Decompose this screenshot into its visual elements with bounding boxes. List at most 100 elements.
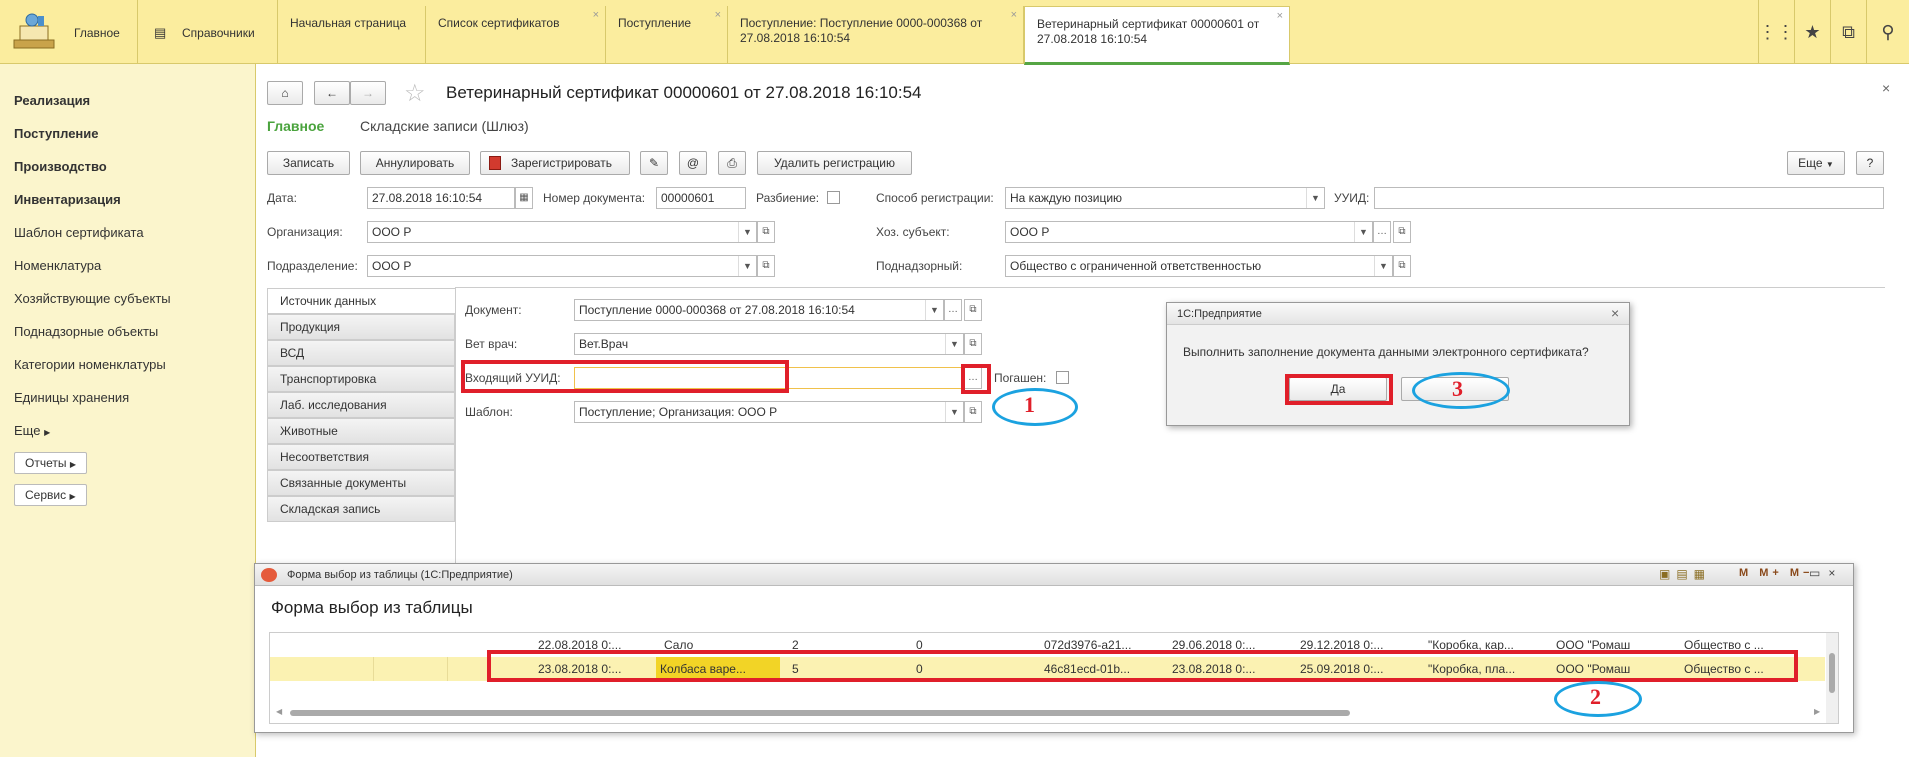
history-icon[interactable]: ⧉ [1830,0,1866,64]
marker-2: 2 [1590,684,1601,709]
template-select[interactable]: Поступление; Организация: ООО Р ▼ [574,401,964,423]
star-icon[interactable]: ★ [1794,0,1830,64]
hoz-value: ООО Р [1010,225,1050,239]
nav-main-link[interactable]: Главное [267,118,324,134]
chevron-down-icon[interactable]: ▼ [738,222,756,242]
close-icon[interactable]: × [1277,9,1283,24]
printer-icon: ⎙ [727,156,737,170]
vtab-animals[interactable]: Животные [267,418,455,444]
forward-button[interactable]: → [350,81,386,105]
scrollbar-thumb[interactable] [290,710,1350,716]
register-button[interactable]: Зарегистрировать [480,151,630,175]
vtab-nonconformities[interactable]: Несоответствия [267,444,455,470]
arrow-right-icon[interactable]: ▶ [1814,707,1820,716]
sign-button[interactable]: ✎ [640,151,668,175]
home-button[interactable]: ⌂ [267,81,303,105]
window-controls[interactable]: ▭× [1809,566,1843,580]
vtab-products[interactable]: Продукция [267,314,455,340]
service-button[interactable]: Сервис ▶ [14,484,87,506]
sidebar-item-storage-units[interactable]: Единицы хранения [0,381,255,414]
close-icon[interactable]: × [715,8,721,23]
vtab-stock-record[interactable]: Складская запись [267,496,455,522]
open-icon[interactable]: ⧉ [757,255,775,277]
calendar-button[interactable]: ▦ [515,187,533,209]
document-select[interactable]: Поступление 0000-000368 от 27.08.2018 16… [574,299,944,321]
vtab-data-source[interactable]: Источник данных [267,288,455,314]
tab-receipt-doc[interactable]: Поступление: Поступление 0000-000368 от … [728,6,1024,64]
grid-icon[interactable]: ⋮⋮ [1758,0,1795,64]
email-button[interactable]: @ [679,151,707,175]
select-ellipsis-button[interactable]: … [1373,221,1391,243]
chevron-down-icon[interactable]: ▼ [738,256,756,276]
home-icon [10,12,58,52]
favorite-star-icon[interactable]: ☆ [404,79,426,108]
supervised-select[interactable]: Общество с ограниченной ответственностью… [1005,255,1393,277]
reports-button[interactable]: Отчеты ▶ [14,452,87,474]
nav-store-link[interactable]: Складские записи (Шлюз) [360,118,529,134]
chevron-down-icon[interactable]: ▼ [1354,222,1372,242]
open-icon[interactable]: ⧉ [964,299,982,321]
sidebar-item-business-entities[interactable]: Хозяйствующие субъекты [0,282,255,315]
vertical-scrollbar[interactable] [1826,633,1838,723]
close-icon[interactable]: × [1011,8,1017,23]
paid-checkbox[interactable] [1056,371,1069,384]
regway-select[interactable]: На каждую позицию ▼ [1005,187,1325,209]
date-field[interactable]: 27.08.2018 16:10:54 [367,187,515,209]
search-icon[interactable]: ⚲ [1866,0,1909,64]
sidebar-item-receipts[interactable]: Поступление [0,117,255,150]
chevron-down-icon[interactable]: ▼ [945,334,963,354]
sidebar-item-nomenclature-categories[interactable]: Категории номенклатуры [0,348,255,381]
tab-receipts[interactable]: Поступление × [606,6,728,64]
tab-vet-cert[interactable]: Ветеринарный сертификат 00000601 от 27.0… [1024,6,1290,65]
memory-icons[interactable]: M M+ M− [1739,567,1813,579]
open-icon[interactable]: ⧉ [1393,221,1411,243]
open-icon[interactable]: ⧉ [964,333,982,355]
arrow-left-icon[interactable]: ◀ [276,707,282,716]
close-icon[interactable]: × [1882,80,1890,96]
refs-section[interactable]: ▤ Справочники [138,0,278,64]
back-button[interactable]: ← [314,81,350,105]
close-icon[interactable]: × [593,8,599,23]
org-label: Организация: [267,225,343,239]
sidebar-item-cert-template[interactable]: Шаблон сертификата [0,216,255,249]
split-checkbox[interactable] [827,191,840,204]
uuid-field[interactable] [1374,187,1884,209]
sidebar-item-inventory[interactable]: Инвентаризация [0,183,255,216]
home-section[interactable]: Главное [0,0,138,64]
docnum-field[interactable]: 00000601 [656,187,746,209]
sidebar-item-production[interactable]: Производство [0,150,255,183]
tab-cert-list[interactable]: Список сертификатов × [426,6,606,64]
chevron-down-icon[interactable]: ▼ [1374,256,1392,276]
window-tools-icon[interactable]: ▣▤▦ [1659,567,1711,581]
vtab-vsd[interactable]: ВСД [267,340,455,366]
vtab-lab[interactable]: Лаб. исследования [267,392,455,418]
sidebar-item-sales[interactable]: Реализация [0,84,255,117]
save-button[interactable]: Записать [267,151,350,175]
chevron-down-icon[interactable]: ▼ [925,300,943,320]
chevron-down-icon[interactable]: ▼ [1306,188,1324,208]
open-icon[interactable]: ⧉ [757,221,775,243]
chevron-down-icon[interactable]: ▼ [945,402,963,422]
close-icon[interactable]: × [1611,305,1619,321]
vtab-related-docs[interactable]: Связанные документы [267,470,455,496]
open-icon[interactable]: ⧉ [964,401,982,423]
vtab-transport[interactable]: Транспортировка [267,366,455,392]
sidebar-item-supervised-objects[interactable]: Поднадзорные объекты [0,315,255,348]
open-icon[interactable]: ⧉ [1393,255,1411,277]
register-label: Зарегистрировать [511,156,612,170]
cancel-button[interactable]: Аннулировать [360,151,470,175]
more-button[interactable]: Еще ▼ [1787,151,1845,175]
help-button[interactable]: ? [1856,151,1884,175]
select-ellipsis-button[interactable]: … [944,299,962,321]
print-button[interactable]: ⎙ [718,151,746,175]
scrollbar-thumb[interactable] [1829,653,1835,693]
hoz-select[interactable]: ООО Р ▼ [1005,221,1373,243]
arrow-right-icon: ▶ [69,460,76,469]
vet-select[interactable]: Вет.Врач ▼ [574,333,964,355]
sidebar-item-nomenclature[interactable]: Номенклатура [0,249,255,282]
sidebar-item-more[interactable]: Еще ▶ [0,414,255,447]
dept-select[interactable]: ООО Р ▼ [367,255,757,277]
org-select[interactable]: ООО Р ▼ [367,221,757,243]
delete-registration-button[interactable]: Удалить регистрацию [757,151,912,175]
tab-start-page[interactable]: Начальная страница [278,6,426,64]
